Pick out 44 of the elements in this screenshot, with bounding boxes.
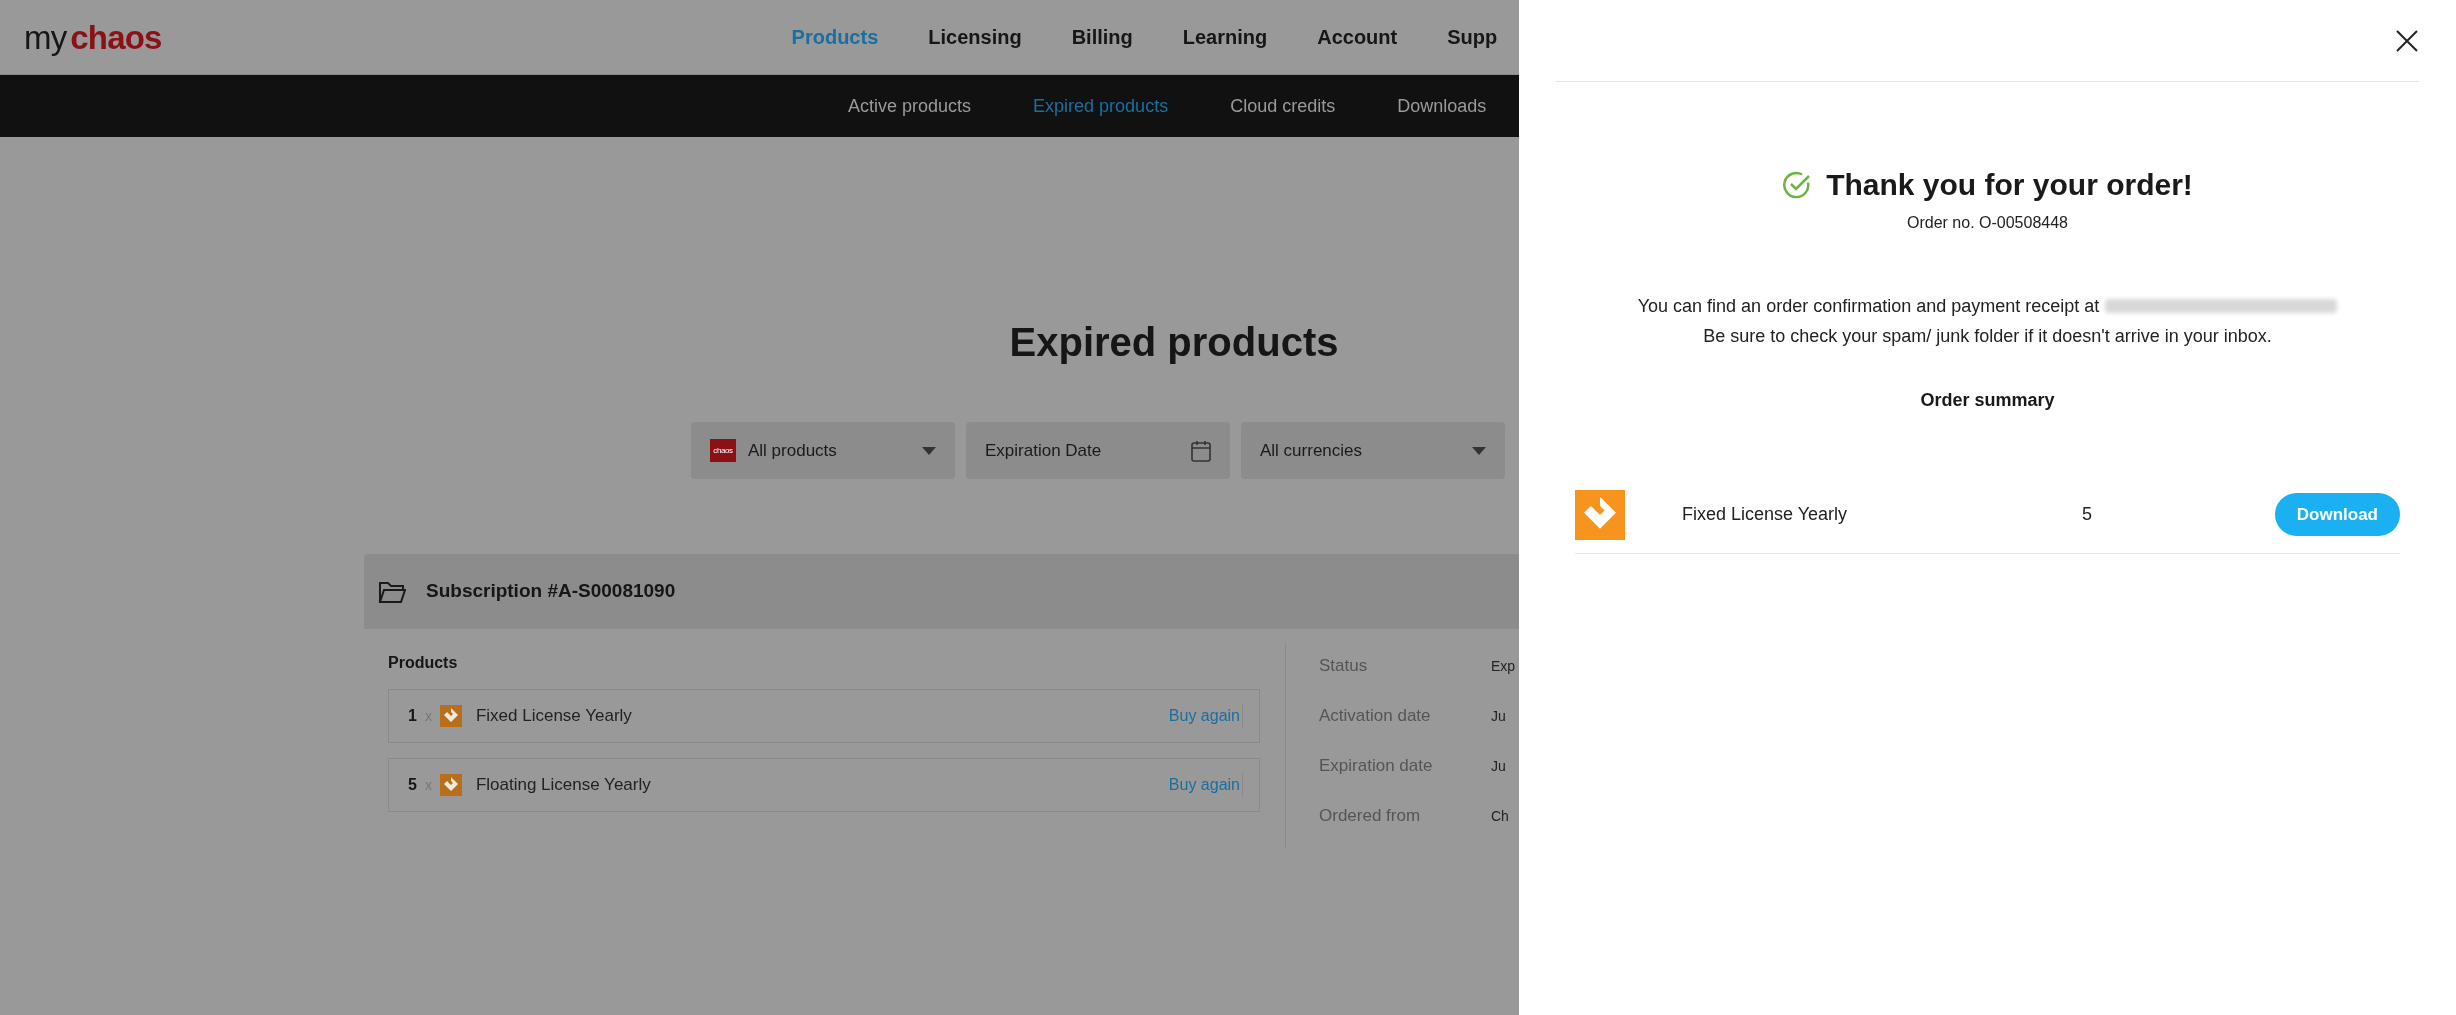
detail-value: Ju	[1491, 707, 1506, 726]
product-icon	[1575, 489, 1625, 540]
page-title: Expired products	[1009, 319, 1339, 366]
message-text: Be sure to check your spam/ junk folder if it doesn't arrive in your inbox.	[1703, 325, 2272, 348]
detail-label: Activation date	[1319, 705, 1432, 727]
nav-link[interactable]: Licensing	[928, 22, 1022, 52]
product-name: Fixed License Yearly	[475, 705, 633, 728]
product-name: Floating License Yearly	[475, 774, 652, 797]
detail-value: Ch	[1491, 807, 1509, 826]
caret-icon	[922, 446, 936, 455]
subscription-title: Subscription #A-S00081090	[426, 579, 676, 604]
order-title: Thank you for your order!	[1826, 167, 2193, 203]
nav-link[interactable]: Learning	[1182, 22, 1268, 52]
check-circle-icon	[1782, 169, 1813, 200]
order-number: Order no. O-00508448	[1907, 213, 2068, 233]
dropdown[interactable]: All currencies	[1241, 422, 1505, 479]
products-heading: Products	[388, 653, 459, 673]
quantity-text: 5	[2082, 503, 2093, 526]
product-icon	[439, 774, 462, 796]
summary-heading: Order summary	[1920, 389, 2055, 412]
nav-link[interactable]: Supp	[1447, 22, 1498, 52]
subnav-link[interactable]: Active products	[848, 92, 972, 120]
nav-link[interactable]: Billing	[1071, 22, 1133, 52]
logo[interactable]: mychaos	[24, 20, 162, 54]
detail-label: Status	[1319, 655, 1369, 677]
quantity-text: 1	[408, 706, 417, 726]
detail-value: Exp	[1491, 657, 1516, 676]
detail-value: Ju	[1491, 757, 1506, 776]
product-icon	[439, 705, 462, 727]
subnav-link[interactable]: Cloud credits	[1230, 92, 1336, 120]
dropdown[interactable]: chaos All products	[691, 422, 955, 479]
product-name: Fixed License Yearly	[1682, 503, 1849, 526]
detail-label: Expiration date	[1319, 755, 1434, 777]
subnav-link[interactable]: Downloads	[1397, 92, 1487, 120]
nav-link[interactable]: Account	[1317, 22, 1398, 52]
date-field[interactable]: Expiration Date	[966, 422, 1230, 479]
subnav-link[interactable]: Expired products	[1033, 92, 1169, 120]
quantity-text: 5	[408, 775, 417, 795]
caret-icon	[1472, 446, 1486, 455]
calendar-icon	[1191, 439, 1211, 462]
close-icon[interactable]	[2395, 28, 2419, 53]
detail-label: Ordered from	[1319, 805, 1422, 827]
brand-badge: chaos	[710, 439, 736, 462]
message-text: You can find an order confirmation and payment receipt at	[1637, 295, 2100, 318]
